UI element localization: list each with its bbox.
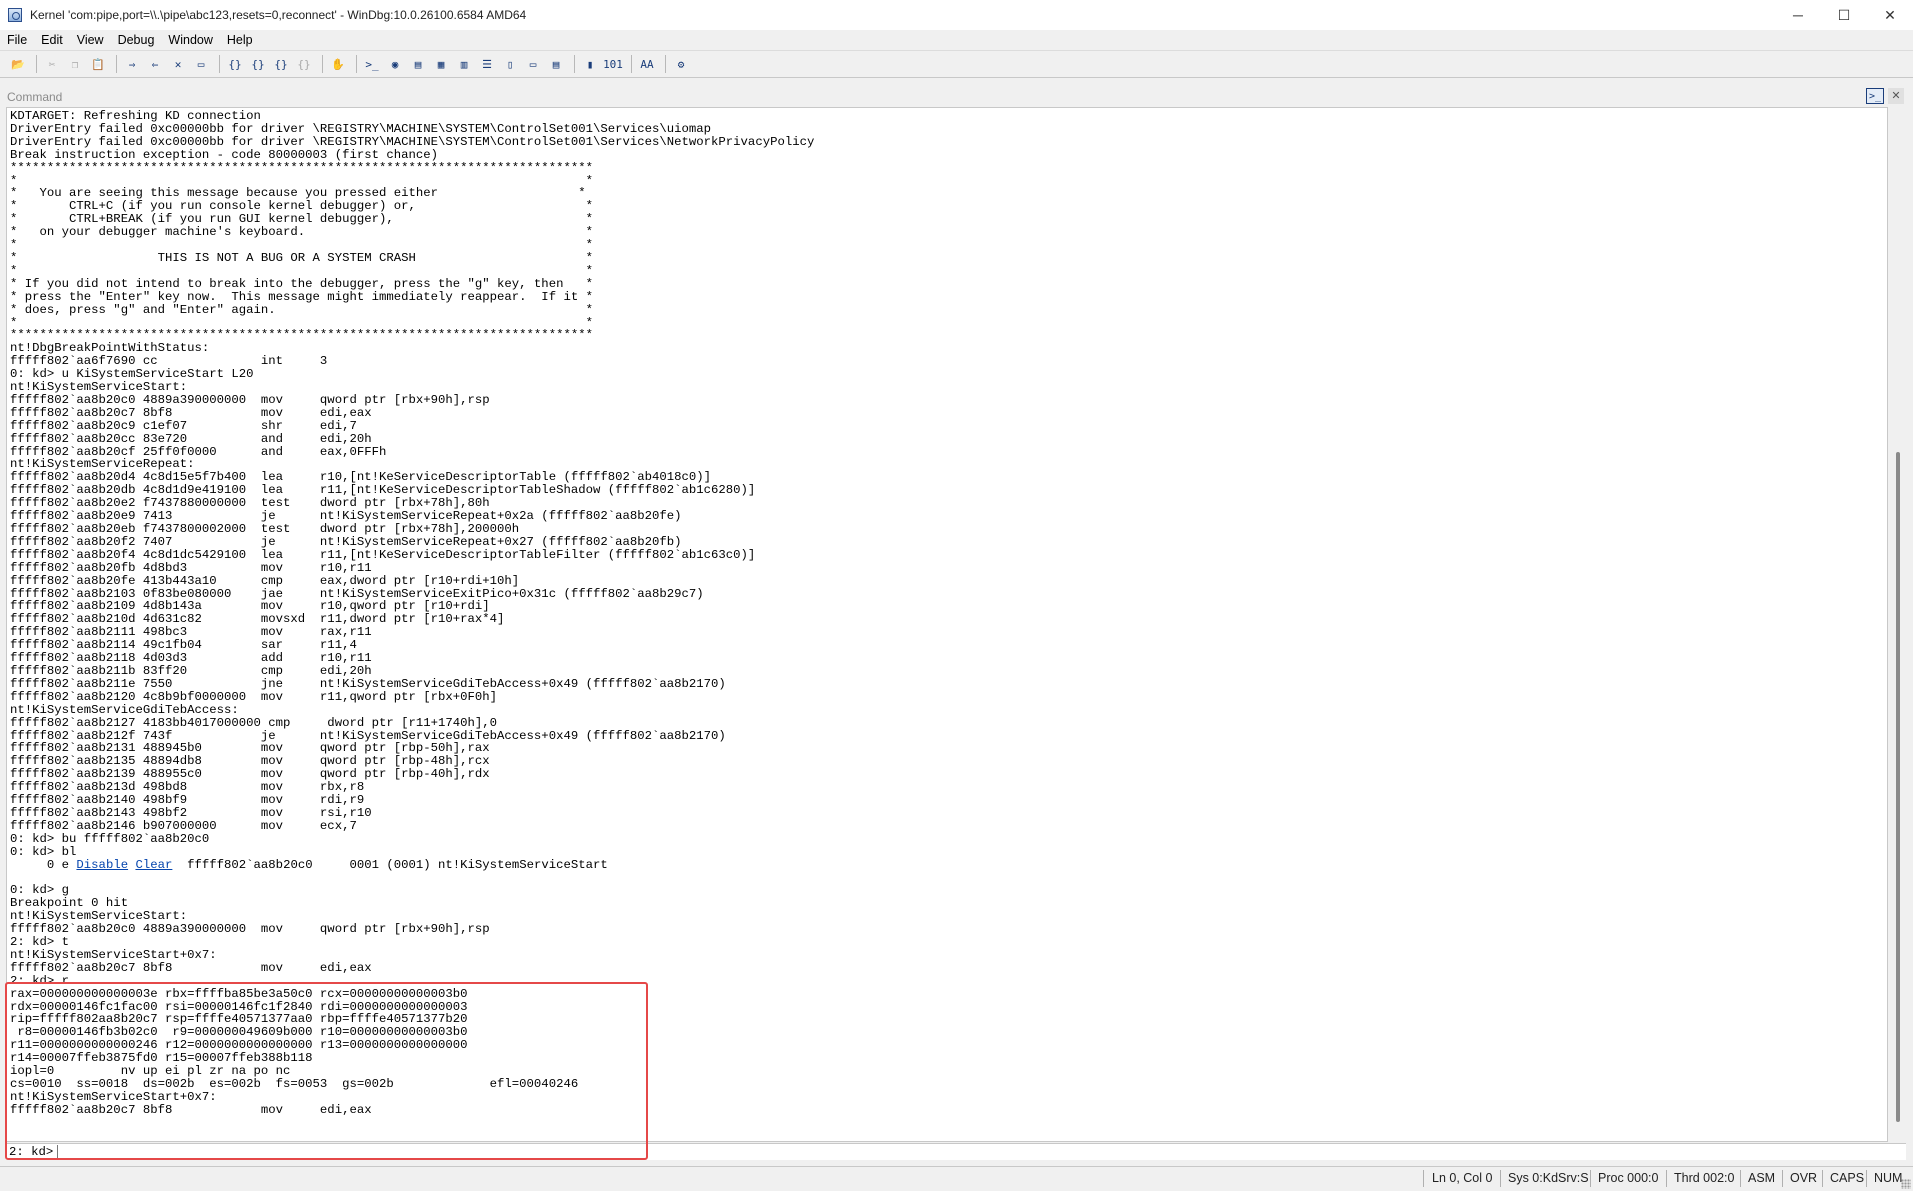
command-close-icon[interactable]: ✕ [1888,88,1904,104]
cut-icon[interactable]: ✂ [42,54,62,74]
memory-icon[interactable]: ▥ [454,54,474,74]
processes-threads-icon[interactable]: ▤ [546,54,566,74]
hex-mode-icon[interactable]: 101 [603,54,623,74]
status-divider [1423,1170,1424,1187]
status-proc: Proc 000:0 [1598,1171,1659,1185]
window-controls: ─ ☐ ✕ [1775,0,1913,30]
resize-grip[interactable] [1901,1179,1911,1189]
output-scrollbar[interactable] [1892,107,1905,1142]
toolbar-separator [36,55,37,73]
toolbar-separator [665,55,666,73]
clear-breakpoint-link[interactable]: Clear [135,858,172,872]
step-into-icon[interactable]: {} [225,54,245,74]
status-asm: ASM [1748,1171,1776,1185]
kd-prompt: 2: kd> [6,1145,58,1159]
window-title: Kernel 'com:pipe,port=\\.\pipe\abc123,re… [30,8,527,22]
command-prompt-icon[interactable]: >_ [1866,88,1884,104]
command-window-title: Command [7,90,63,104]
minimize-button[interactable]: ─ [1775,0,1821,30]
command-input[interactable] [58,1145,1906,1159]
windbg-app-icon [8,8,22,22]
status-divider [1866,1170,1867,1187]
status-bar: Ln 0, Col 0 Sys 0:KdSrv:S Proc 000:0 Thr… [0,1166,1913,1191]
command-output: KDTARGET: Refreshing KD connection Drive… [6,107,1888,1142]
toolbar-separator [116,55,117,73]
options-icon[interactable]: ⚙ [671,54,691,74]
title-bar: Kernel 'com:pipe,port=\\.\pipe\abc123,re… [0,0,1913,30]
status-divider [1740,1170,1741,1187]
remove-breakpoint-icon[interactable]: ⇐ [145,54,165,74]
status-thrd: Thrd 002:0 [1674,1171,1735,1185]
scratch-pad-icon[interactable]: ▭ [523,54,543,74]
maximize-button[interactable]: ☐ [1821,0,1867,30]
call-stack-icon[interactable]: ☰ [477,54,497,74]
status-divider [1590,1170,1591,1187]
command-input-row: 2: kd> [6,1143,1906,1160]
toolbar-separator [356,55,357,73]
status-position: Ln 0, Col 0 [1432,1171,1493,1185]
menu-debug[interactable]: Debug [111,33,162,47]
toolbar-separator [574,55,575,73]
bp-suffix: fffff802`aa8b20c0 0001 (0001) nt!KiSyste… [172,857,608,872]
open-icon[interactable]: 📂 [8,54,28,74]
disassembly-icon[interactable]: ▯ [500,54,520,74]
status-divider [1822,1170,1823,1187]
command-output-text: KDTARGET: Refreshing KD connection Drive… [7,108,1887,1117]
status-divider [1500,1170,1501,1187]
toolbar-separator [631,55,632,73]
toolbar: 📂 ✂ ❐ 📋 ⇒ ⇐ ✕ ▭ {} {} {} {} ✋ >_ ◉ ▤ ▦ ▥… [0,50,1913,78]
menu-file[interactable]: File [0,33,34,47]
menu-view[interactable]: View [70,33,111,47]
command-window-icon[interactable]: >_ [362,54,382,74]
close-button[interactable]: ✕ [1867,0,1913,30]
toolbar-separator [322,55,323,73]
output-block-2: 0: kd> g Breakpoint 0 hit nt!KiSystemSer… [10,883,579,1117]
bp-prefix: 0 e [10,857,77,872]
source-mode-icon[interactable]: ▮ [580,54,600,74]
disable-breakpoint-link[interactable]: Disable [76,858,128,872]
locals-icon[interactable]: ▤ [408,54,428,74]
copy-icon[interactable]: ❐ [65,54,85,74]
menu-edit[interactable]: Edit [34,33,70,47]
breakpoint-list-line: 0 e Disable Clear fffff802`aa8b20c0 0001… [10,858,608,872]
paste-icon[interactable]: 📋 [88,54,108,74]
status-divider [1782,1170,1783,1187]
status-caps: CAPS [1830,1171,1865,1185]
toolbar-separator [219,55,220,73]
run-to-cursor-icon[interactable]: {} [294,54,314,74]
break-icon[interactable]: ✕ [168,54,188,74]
command-window-header: Command >_ ✕ [0,88,1913,106]
watch-icon[interactable]: ◉ [385,54,405,74]
status-ovr: OVR [1790,1171,1818,1185]
status-divider [1666,1170,1667,1187]
scrollbar-thumb[interactable] [1896,452,1900,1122]
registers-icon[interactable]: ▦ [431,54,451,74]
insert-breakpoint-icon[interactable]: ⇒ [122,54,142,74]
step-over-icon[interactable]: {} [248,54,268,74]
menu-help[interactable]: Help [220,33,260,47]
font-icon[interactable]: AA [637,54,657,74]
status-sys: Sys 0:KdSrv:S [1508,1171,1589,1185]
status-num: NUM [1874,1171,1903,1185]
menu-window[interactable]: Window [161,33,219,47]
hand-icon[interactable]: ✋ [328,54,348,74]
output-block-1: KDTARGET: Refreshing KD connection Drive… [10,109,815,859]
step-out-icon[interactable]: {} [271,54,291,74]
menu-bar: File Edit View Debug Window Help [0,30,1913,50]
stop-debugging-icon[interactable]: ▭ [191,54,211,74]
